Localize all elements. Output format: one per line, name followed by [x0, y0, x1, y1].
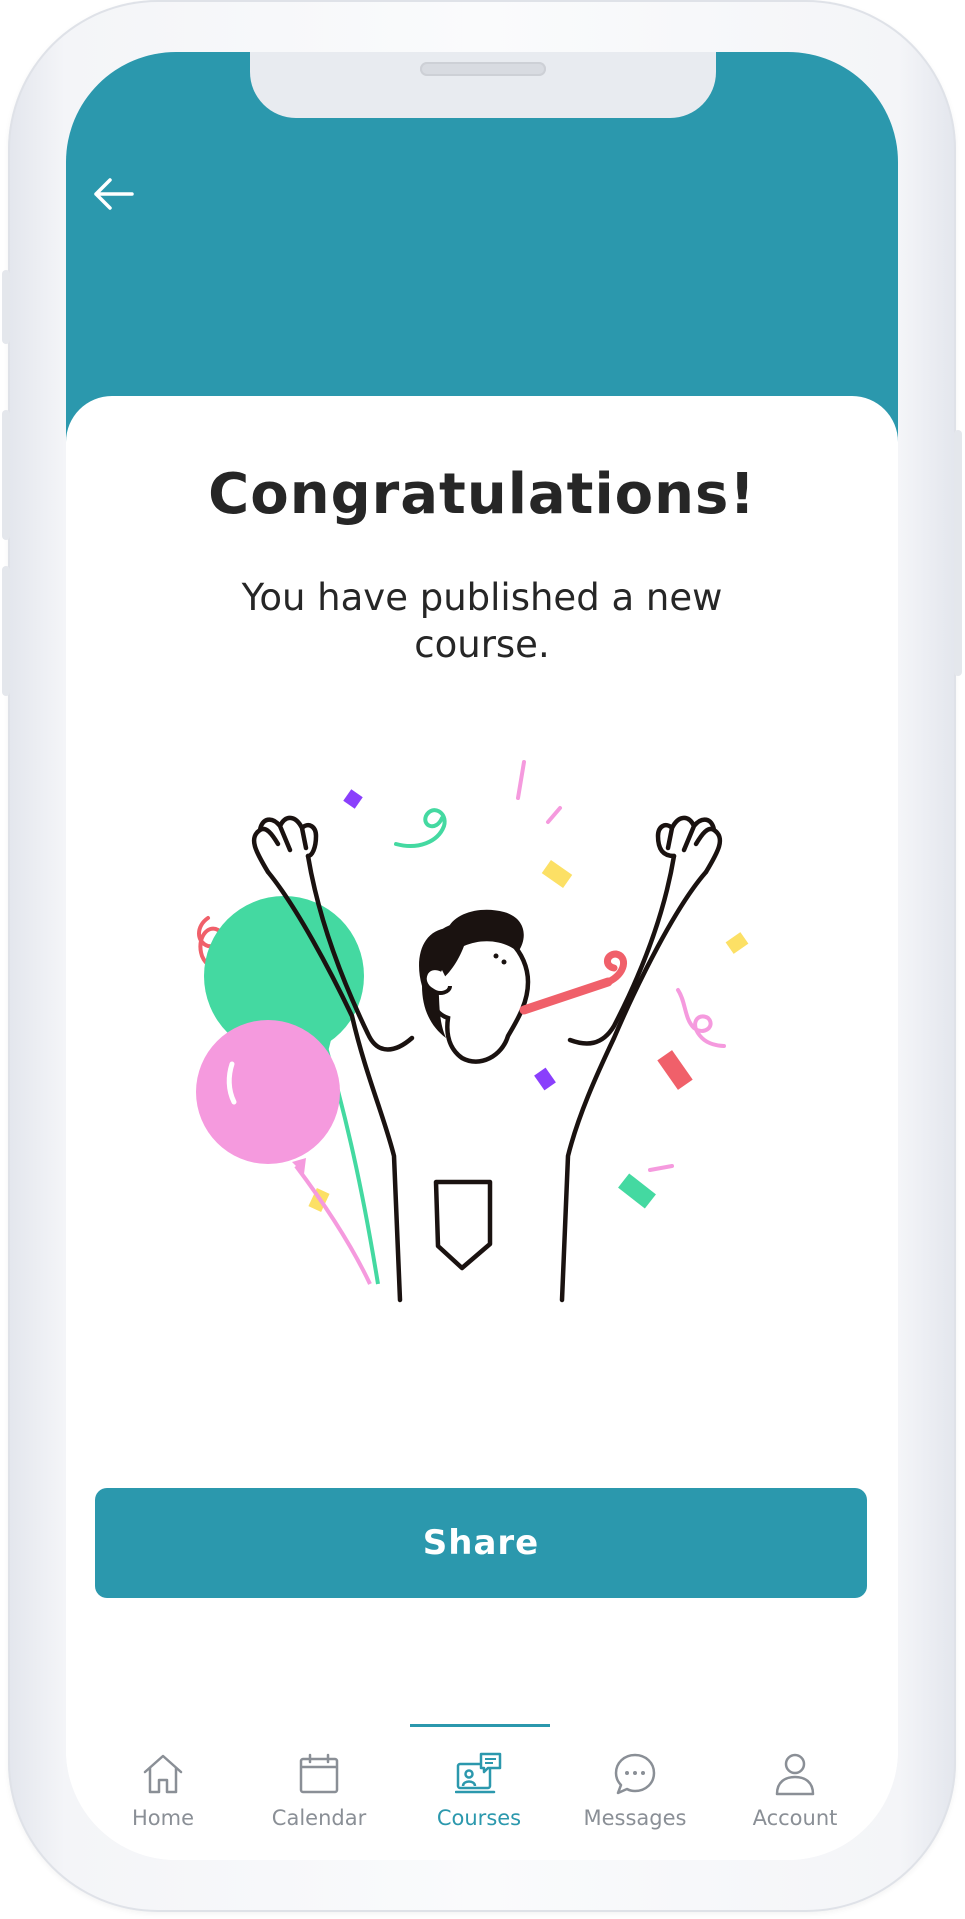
page-subtitle: You have published a new course. — [241, 576, 723, 666]
side-button — [2, 566, 10, 696]
nav-item-home[interactable]: Home — [88, 1740, 238, 1850]
nav-item-account[interactable]: Account — [720, 1740, 870, 1850]
content-card: Congratulations! You have published a ne… — [66, 396, 898, 1860]
nav-label-messages: Messages — [583, 1806, 687, 1830]
nav-item-courses[interactable]: Courses — [404, 1740, 554, 1850]
page-title: Congratulations! — [208, 462, 756, 527]
nav-label-courses: Courses — [436, 1806, 522, 1830]
side-button — [954, 430, 962, 676]
user-icon — [775, 1753, 815, 1796]
back-button[interactable] — [86, 166, 142, 222]
nav-item-messages[interactable]: Messages — [560, 1740, 710, 1850]
nav-item-calendar[interactable]: Calendar — [244, 1740, 394, 1850]
chat-bubble-icon — [614, 1753, 656, 1795]
home-icon — [143, 1754, 183, 1794]
active-tab-indicator — [410, 1724, 550, 1727]
side-button — [2, 270, 10, 344]
bottom-navigation: Home Calendar Courses Messages Account — [66, 1740, 898, 1860]
speaker-grille — [420, 62, 546, 76]
share-button[interactable]: Share — [95, 1488, 867, 1598]
celebration-illustration — [196, 760, 749, 1303]
notch — [250, 52, 716, 118]
courses-icon — [455, 1752, 502, 1794]
calendar-icon — [299, 1753, 339, 1794]
nav-label-calendar: Calendar — [271, 1806, 367, 1830]
side-button — [2, 410, 10, 540]
nav-label-home: Home — [131, 1806, 194, 1830]
arrow-left-icon — [94, 178, 134, 210]
app-screen: Congratulations! You have published a ne… — [66, 52, 898, 1860]
nav-label-account: Account — [752, 1806, 838, 1830]
